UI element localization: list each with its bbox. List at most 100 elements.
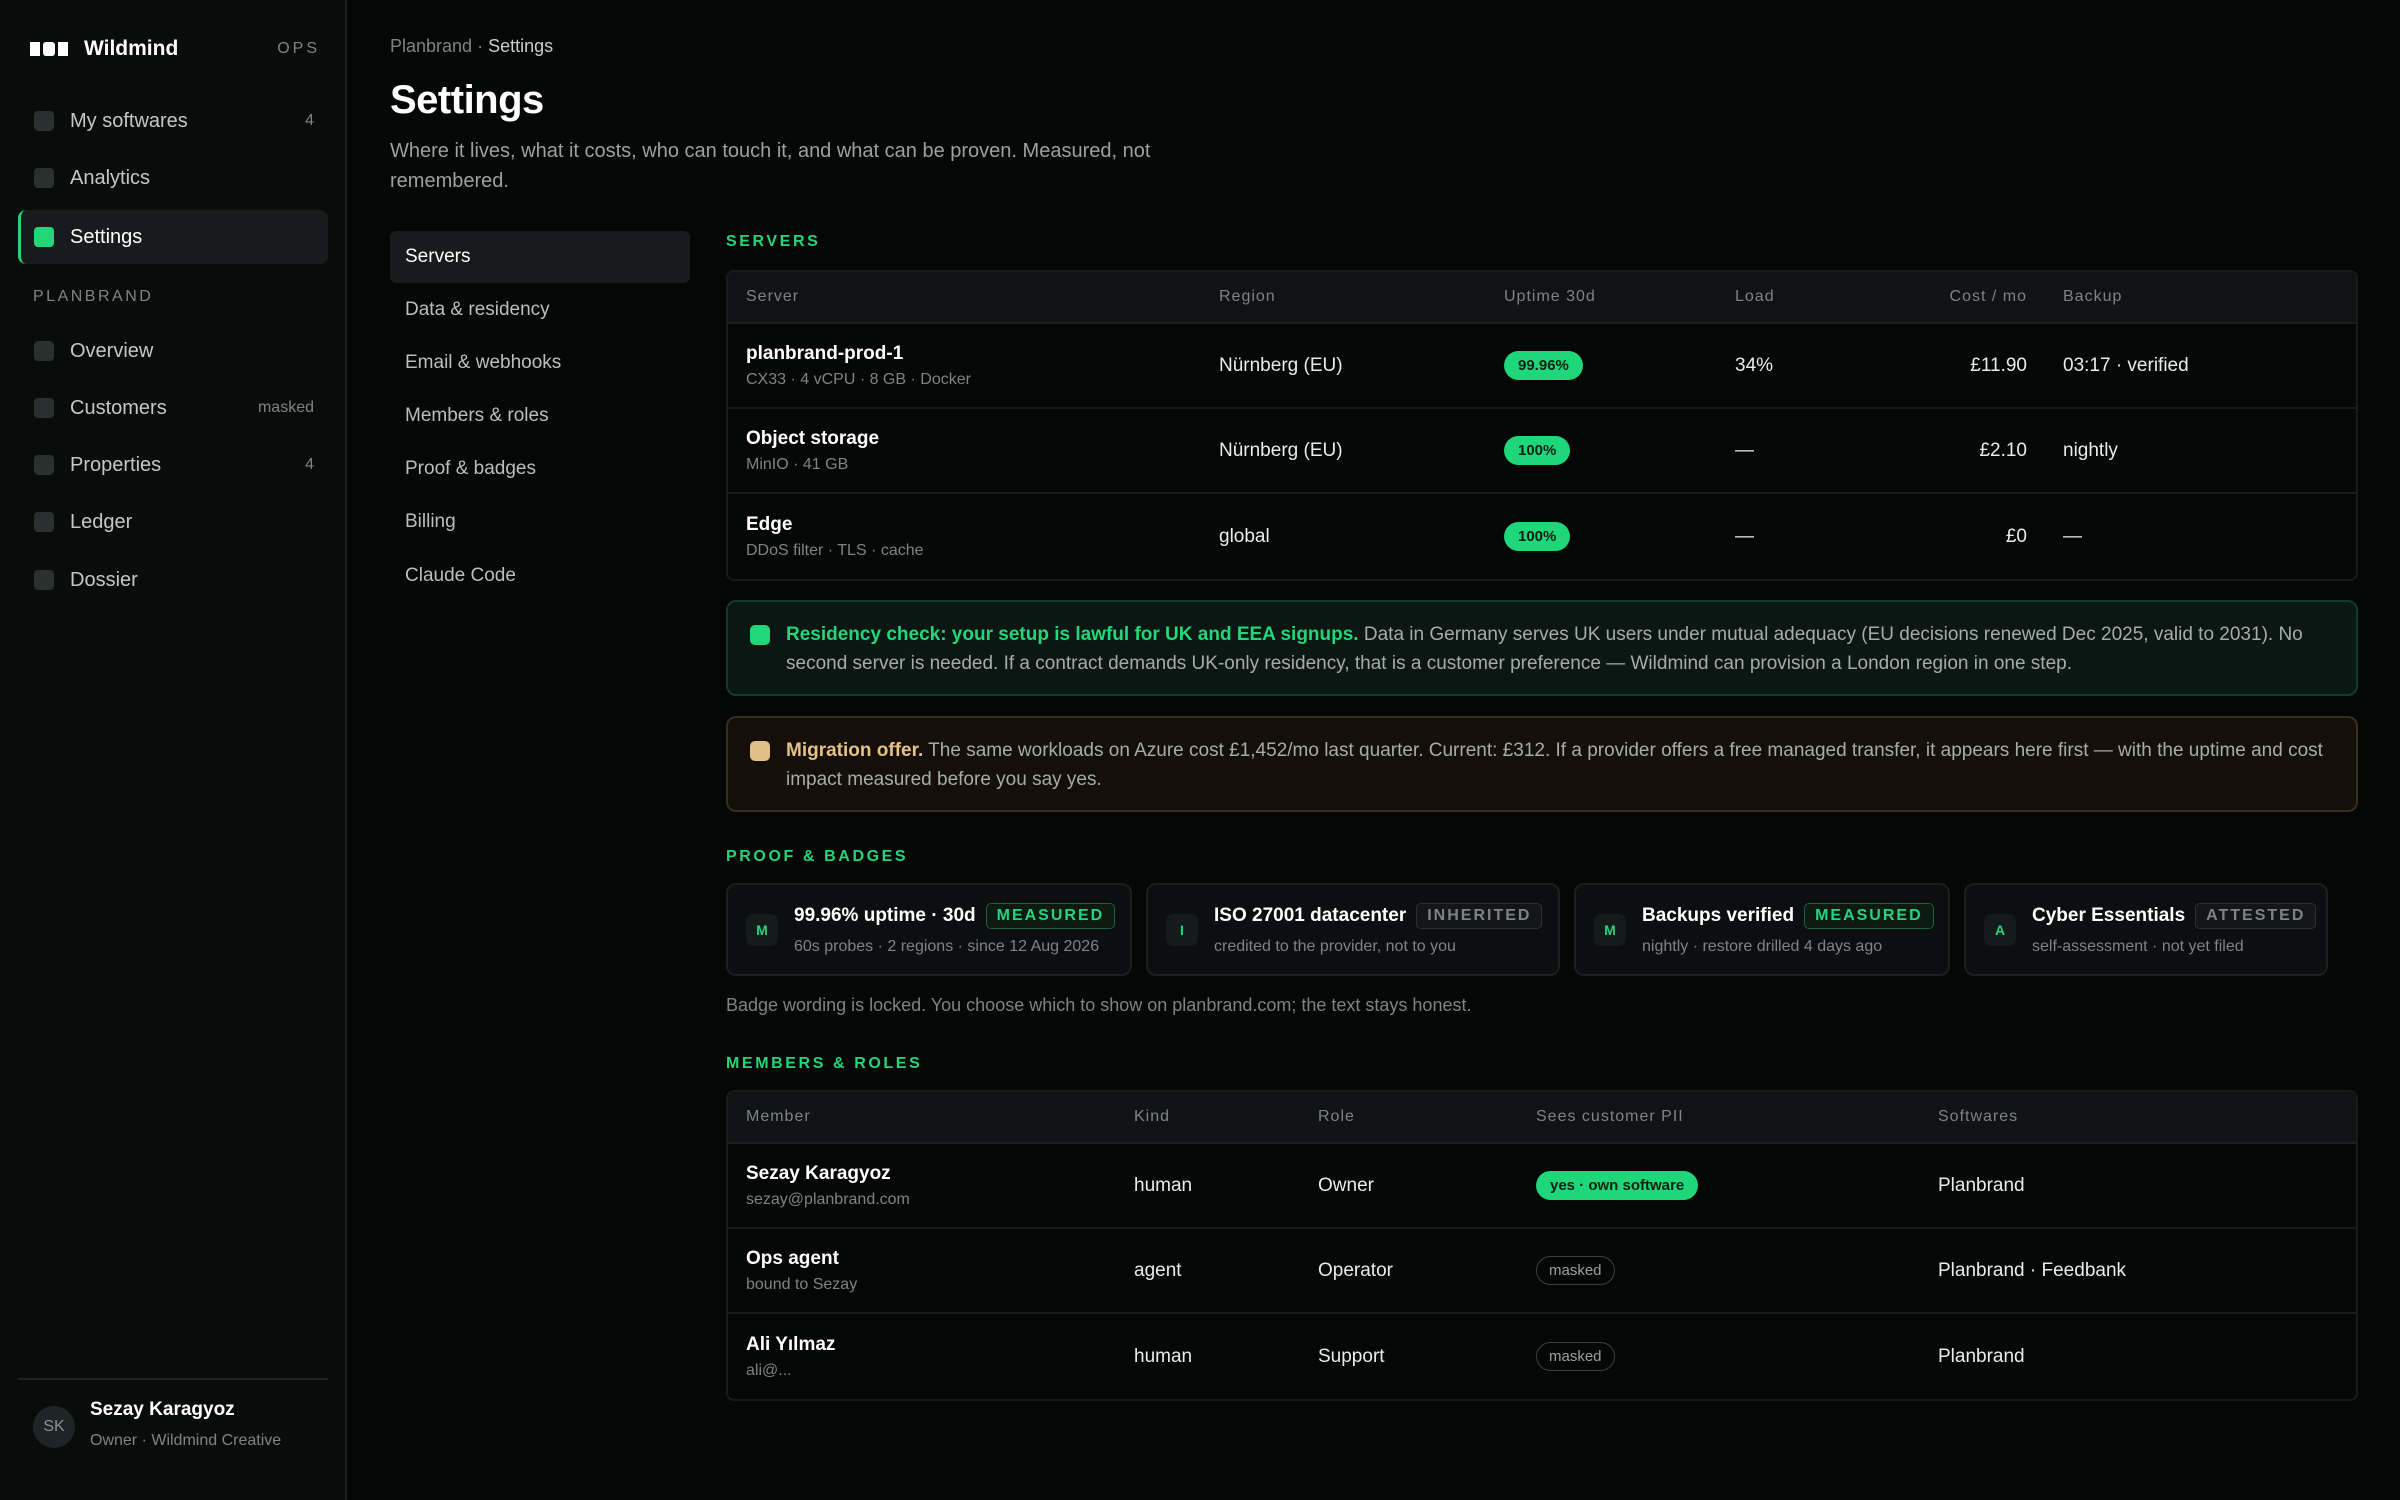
sidebar-item-dossier[interactable]: Dossier: [18, 553, 328, 607]
page-subtitle: Where it lives, what it costs, who can t…: [390, 140, 1151, 192]
column-header[interactable]: Region: [1201, 288, 1486, 306]
server-spec: CX33 · 4 vCPU · 8 GB · Docker: [746, 370, 971, 388]
members-section-title: MEMBERS & ROLES: [726, 1055, 923, 1072]
breadcrumb-separator: ·: [477, 36, 484, 56]
sidebar-item-settings[interactable]: Settings: [18, 210, 328, 264]
sidebar-item-label: Customers: [70, 396, 167, 419]
sidebar-item-label: Ledger: [70, 510, 133, 533]
brand[interactable]: Wildmind OPS: [30, 36, 320, 62]
member-name: Ops agent: [746, 1247, 839, 1269]
role-cell: Owner: [1318, 1174, 1374, 1196]
table-row[interactable]: Sezay Karagyoz sezay@planbrand.com human…: [728, 1144, 2356, 1229]
table-row[interactable]: Edge DDoS filter · TLS · cache global 10…: [728, 494, 2356, 579]
sidebar-item-label: Properties: [70, 453, 162, 476]
pii-cell: masked: [1518, 1256, 1920, 1285]
backup-cell: 03:17 · verified: [2063, 354, 2189, 376]
uptime-badge: 100%: [1504, 436, 1571, 465]
role-cell: Support: [1318, 1345, 1385, 1367]
server-name: planbrand-prod-1: [746, 342, 904, 364]
sidebar-item-analytics[interactable]: Analytics: [18, 151, 328, 205]
migration-offer-callout: Migration offer. The same workloads on A…: [726, 716, 2358, 812]
column-header[interactable]: Softwares: [1920, 1108, 2356, 1126]
load-cell: —: [1735, 439, 1754, 461]
badge-card-cyber-essentials[interactable]: A Cyber Essentials ATTESTED self-assessme…: [1964, 883, 2328, 976]
badge-title: Cyber Essentials ATTESTED: [2032, 903, 2317, 929]
column-header[interactable]: Backup: [2045, 288, 2356, 306]
column-header[interactable]: Sees customer PII: [1518, 1108, 1920, 1126]
avatar[interactable]: SK: [33, 1406, 75, 1448]
table-row[interactable]: planbrand-prod-1 CX33 · 4 vCPU · 8 GB · …: [728, 324, 2356, 409]
servers-section-title: SERVERS: [726, 233, 821, 250]
sidebar-section-label: PLANBRAND: [33, 288, 154, 305]
wildmind-logo-icon: [30, 41, 70, 57]
subnav-members-roles[interactable]: Members & roles: [390, 390, 690, 442]
badge-title: ISO 27001 datacenter INHERITED: [1214, 903, 1543, 929]
divider: [18, 1378, 328, 1380]
member-cell: Ops agent bound to Sezay: [728, 1248, 1116, 1294]
sidebar-item-label: Settings: [70, 225, 143, 248]
region-cell: Nürnberg (EU): [1219, 439, 1343, 461]
member-name: Sezay Karagyoz: [746, 1162, 891, 1184]
subnav-proof-badges[interactable]: Proof & badges: [390, 443, 690, 495]
residency-headline: Residency check: your setup is lawful fo…: [786, 624, 1359, 645]
subnav-servers[interactable]: Servers: [390, 231, 690, 283]
sidebar-item-label: My softwares: [70, 109, 188, 132]
pii-cell: masked: [1518, 1342, 1920, 1371]
member-cell: Ali Yılmaz ali@...: [728, 1334, 1116, 1380]
uptime-badge: 99.96%: [1504, 351, 1583, 380]
column-header[interactable]: Role: [1300, 1108, 1518, 1126]
sidebar-item-ledger[interactable]: Ledger: [18, 495, 328, 549]
subnav-billing[interactable]: Billing: [390, 496, 690, 548]
server-spec: MinIO · 41 GB: [746, 455, 849, 473]
breadcrumb-current: Settings: [488, 36, 554, 56]
table-row[interactable]: Ali Yılmaz ali@... human Support masked …: [728, 1314, 2356, 1399]
cost-cell: £0: [2005, 525, 2027, 547]
role-cell: Operator: [1318, 1259, 1393, 1281]
user-role: Owner · Wildmind Creative: [90, 1432, 282, 1449]
badge-card-backups[interactable]: M Backups verified MEASURED nightly · res…: [1574, 883, 1950, 976]
warning-square-icon: [750, 741, 770, 761]
region-cell: Nürnberg (EU): [1219, 354, 1343, 376]
kind-cell: agent: [1134, 1259, 1182, 1281]
backup-cell: —: [2063, 525, 2082, 547]
item-square-icon: [34, 111, 54, 131]
column-header[interactable]: Server: [728, 288, 1201, 306]
brand-name: Wildmind: [84, 37, 179, 60]
table-row[interactable]: Object storage MinIO · 41 GB Nürnberg (E…: [728, 409, 2356, 494]
uptime-cell: 99.96%: [1486, 351, 1717, 380]
badge-title-text: Cyber Essentials: [2032, 905, 2186, 926]
subnav-email-webhooks[interactable]: Email & webhooks: [390, 337, 690, 389]
badge-tag: INHERITED: [1416, 903, 1543, 929]
subnav-claude-code[interactable]: Claude Code: [390, 550, 690, 602]
badge-title-text: Backups verified: [1642, 905, 1795, 926]
badge-card-iso[interactable]: I ISO 27001 datacenter INHERITED credited…: [1146, 883, 1560, 976]
backup-cell: nightly: [2063, 439, 2118, 461]
breadcrumb-parent[interactable]: Planbrand: [390, 36, 472, 56]
sidebar-item-label: Dossier: [70, 568, 138, 591]
server-cell: Edge DDoS filter · TLS · cache: [728, 514, 1201, 560]
badge-title: Backups verified MEASURED: [1642, 903, 1934, 929]
column-header[interactable]: Member: [728, 1108, 1116, 1126]
item-square-icon: [34, 570, 54, 590]
softwares-cell: Planbrand: [1938, 1345, 2025, 1367]
cost-cell: £11.90: [1970, 354, 2027, 376]
column-header[interactable]: Kind: [1116, 1108, 1300, 1126]
sidebar: Wildmind OPS My softwares 4 Analytics Se…: [0, 0, 347, 1500]
env-label: OPS: [277, 40, 320, 57]
column-header[interactable]: Uptime 30d: [1486, 288, 1717, 306]
subnav-data-residency[interactable]: Data & residency: [390, 284, 690, 336]
badge-card-uptime[interactable]: M 99.96% uptime · 30d MEASURED 60s probes…: [726, 883, 1132, 976]
sidebar-item-customers[interactable]: Customers masked: [18, 381, 328, 435]
item-square-icon: [34, 168, 54, 188]
column-header[interactable]: Cost / mo: [1872, 288, 2045, 306]
region-cell: global: [1219, 525, 1270, 547]
column-header[interactable]: Load: [1717, 288, 1872, 306]
item-square-icon: [34, 455, 54, 475]
user-name[interactable]: Sezay Karagyoz: [90, 1399, 235, 1421]
kind-cell: human: [1134, 1345, 1193, 1367]
sidebar-item-overview[interactable]: Overview: [18, 324, 328, 378]
table-row[interactable]: Ops agent bound to Sezay agent Operator …: [728, 1229, 2356, 1314]
members-table: Member Kind Role Sees customer PII Softw…: [726, 1090, 2358, 1401]
sidebar-item-properties[interactable]: Properties 4: [18, 438, 328, 492]
sidebar-item-my-softwares[interactable]: My softwares 4: [18, 94, 328, 148]
